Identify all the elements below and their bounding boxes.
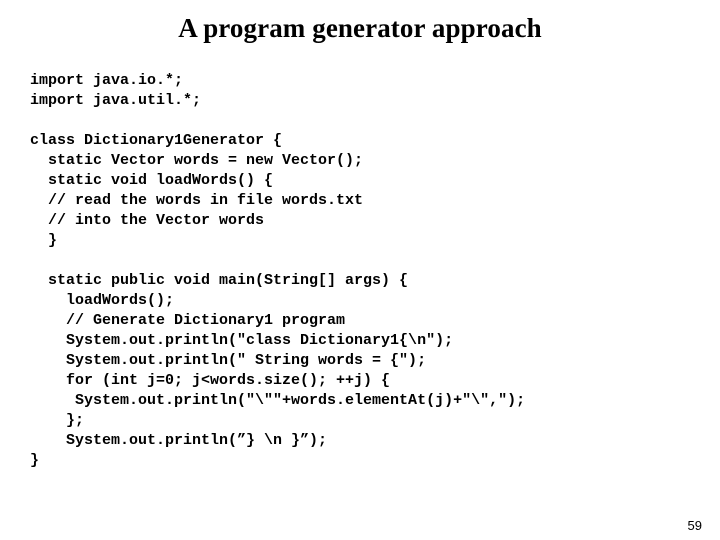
- code-line: };: [30, 412, 85, 429]
- code-line: static public void main(String[] args) {: [30, 272, 409, 289]
- code-line: // read the words in file words.txt: [30, 192, 364, 209]
- page-number: 59: [687, 518, 702, 533]
- page-title: A program generator approach: [178, 13, 542, 43]
- code-line: // Generate Dictionary1 program: [30, 312, 346, 329]
- code-line: System.out.println(”} \n }”);: [30, 432, 328, 449]
- code-line: loadWords();: [30, 292, 175, 309]
- code-line: static void loadWords() {: [30, 172, 274, 189]
- slide: A program generator approach import java…: [0, 0, 720, 540]
- java-code-block: import java.io.*; import java.util.*; cla…: [30, 71, 690, 471]
- code-line: // into the Vector words: [30, 212, 265, 229]
- code-line: class Dictionary1Generator {: [30, 132, 283, 149]
- code-line: System.out.println(" String words = {");: [30, 352, 427, 369]
- code-line: import java.util.*;: [30, 92, 202, 109]
- code-line: System.out.println("class Dictionary1{\n…: [30, 332, 454, 349]
- code-line: for (int j=0; j<words.size(); ++j) {: [30, 372, 391, 389]
- code-line: System.out.println("\""+words.elementAt(…: [30, 392, 526, 409]
- code-line: }: [30, 232, 58, 249]
- code-line: }: [30, 452, 40, 469]
- code-line: import java.io.*;: [30, 72, 184, 89]
- code-line: static Vector words = new Vector();: [30, 152, 364, 169]
